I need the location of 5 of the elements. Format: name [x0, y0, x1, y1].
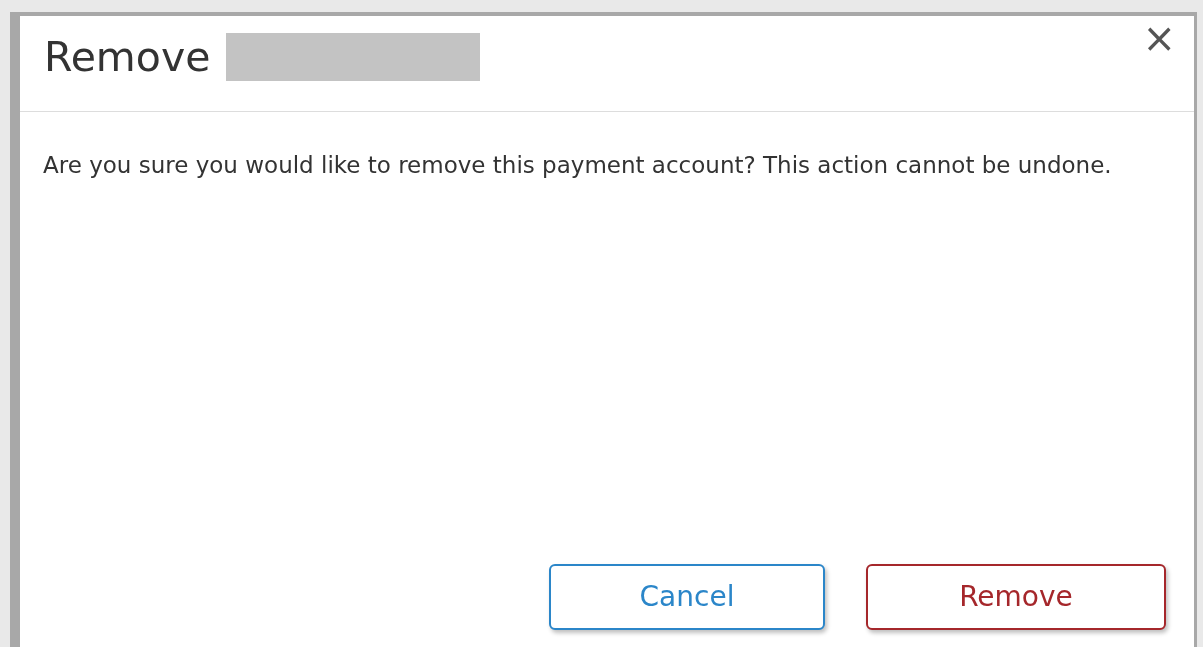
remove-button[interactable]: Remove [866, 564, 1166, 630]
close-button[interactable]: × [1142, 18, 1176, 58]
dialog-message: Are you sure you would like to remove this payment account? This action cannot be undone. [42, 151, 1113, 180]
dialog-title: Remove [44, 36, 211, 78]
cancel-button[interactable]: Cancel [549, 564, 825, 630]
